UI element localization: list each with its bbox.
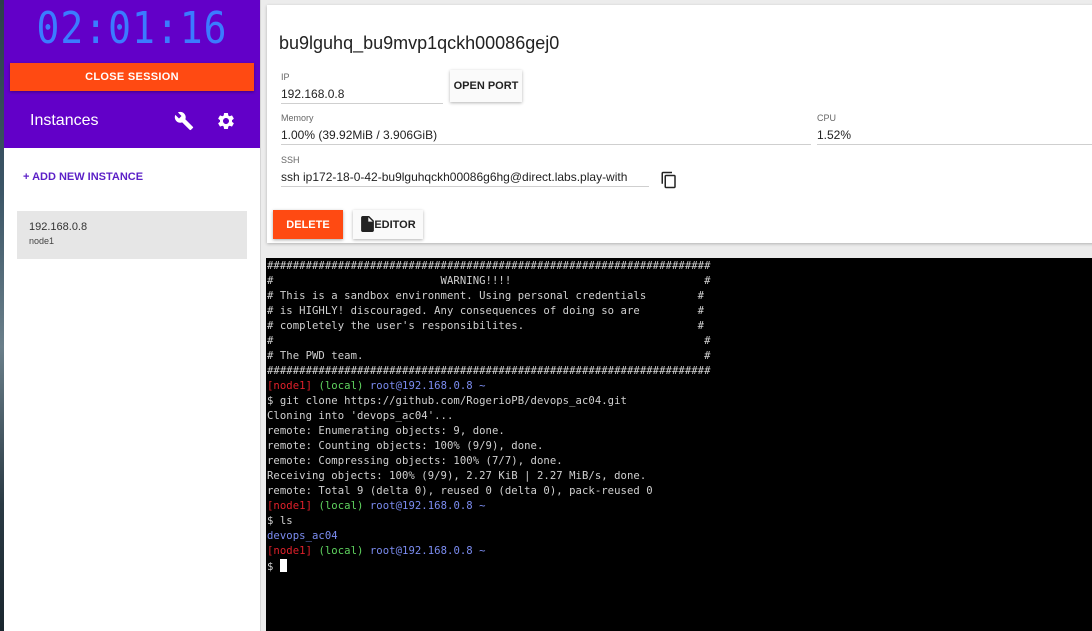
add-new-instance-link[interactable]: + ADD NEW INSTANCE <box>23 171 143 183</box>
close-session-button[interactable]: CLOSE SESSION <box>10 63 254 91</box>
prompt-local: (local) <box>318 545 364 557</box>
prompt-node: [node1] <box>267 500 312 512</box>
instance-details-card: bu9lguhq_bu9mvp1qckh00086gej0 IP 192.168… <box>267 5 1092 243</box>
terminal-output-line: remote: Enumerating objects: 9, done. <box>267 425 505 437</box>
terminal-prompt: [node1] (local) root@192.168.0.8 ~ <box>267 379 1092 394</box>
open-port-button[interactable]: OPEN PORT <box>450 70 522 102</box>
prompt-dir: ~ <box>479 500 486 512</box>
terminal-ls-output: devops_ac04 <box>267 530 338 542</box>
delete-instance-button[interactable]: DELETE <box>273 210 343 239</box>
terminal-output-line: remote: Counting objects: 100% (9/9), do… <box>267 440 544 452</box>
terminal-command: $ ls <box>267 515 293 527</box>
terminal-output-line: remote: Total 9 (delta 0), reused 0 (del… <box>267 485 653 497</box>
terminal-banner-line: # This is a sandbox environment. Using p… <box>267 290 705 302</box>
terminal-prompt-symbol: $ <box>267 561 280 573</box>
ssh-field[interactable]: ssh ip172-18-0-42-bu9lguhqckh00086g6hg@d… <box>281 167 649 187</box>
prompt-node: [node1] <box>267 545 312 557</box>
terminal-prompt: [node1] (local) root@192.168.0.8 ~ <box>267 499 1092 514</box>
terminal-input-line[interactable]: $ <box>267 559 1092 574</box>
terminal-output-line: remote: Compressing objects: 100% (7/7),… <box>267 455 563 467</box>
instance-title: bu9lguhq_bu9mvp1qckh00086gej0 <box>279 33 560 53</box>
instance-name: node1 <box>29 236 55 246</box>
file-icon <box>361 216 374 232</box>
prompt-user-host: root@192.168.0.8 <box>369 380 473 392</box>
prompt-local: (local) <box>318 500 364 512</box>
prompt-node: [node1] <box>267 380 312 392</box>
terminal-banner-line: # WARNING!!!! # <box>267 275 711 287</box>
session-timer: 02:01:16 <box>36 2 228 54</box>
wrench-icon[interactable] <box>174 111 194 131</box>
terminal-output-line: Cloning into 'devops_ac04'... <box>267 410 454 422</box>
terminal-banner-line: ########################################… <box>267 365 711 377</box>
sidebar: 02:01:16 CLOSE SESSION Instances + ADD N… <box>4 0 261 631</box>
gear-icon[interactable] <box>216 111 236 131</box>
prompt-dir: ~ <box>479 380 486 392</box>
ssh-label: SSH <box>281 155 300 165</box>
memory-label: Memory <box>281 113 314 123</box>
prompt-user-host: root@192.168.0.8 <box>369 500 473 512</box>
instance-ip: 192.168.0.8 <box>29 221 88 233</box>
instances-title: Instances <box>30 112 99 129</box>
prompt-dir: ~ <box>479 545 486 557</box>
copy-icon[interactable] <box>660 171 678 189</box>
cpu-label: CPU <box>817 113 837 123</box>
prompt-user-host: root@192.168.0.8 <box>369 545 473 557</box>
terminal-banner-line: ########################################… <box>267 260 711 272</box>
sidebar-header: 02:01:16 CLOSE SESSION Instances <box>4 0 260 148</box>
prompt-local: (local) <box>318 380 364 392</box>
terminal-cursor <box>279 559 287 572</box>
ip-label: IP <box>281 72 290 82</box>
cpu-value: 1.52% <box>817 125 1092 145</box>
terminal[interactable]: ########################################… <box>266 258 1092 631</box>
memory-value: 1.00% (39.92MiB / 3.906GiB) <box>281 125 811 145</box>
instance-list-item[interactable]: 192.168.0.8 node1 <box>17 211 247 259</box>
terminal-banner-line: # # <box>267 335 711 347</box>
ip-field[interactable]: 192.168.0.8 <box>281 84 443 104</box>
terminal-banner-line: # is HIGHLY! discouraged. Any consequenc… <box>267 305 705 317</box>
terminal-banner-line: # The PWD team. # <box>267 350 711 362</box>
terminal-banner-line: # completely the user's responsibilites.… <box>267 320 705 332</box>
terminal-prompt: [node1] (local) root@192.168.0.8 ~ <box>267 544 1092 559</box>
terminal-command: $ git clone https://github.com/RogerioPB… <box>267 395 627 407</box>
terminal-output-line: Receiving objects: 100% (9/9), 2.27 KiB … <box>267 470 647 482</box>
